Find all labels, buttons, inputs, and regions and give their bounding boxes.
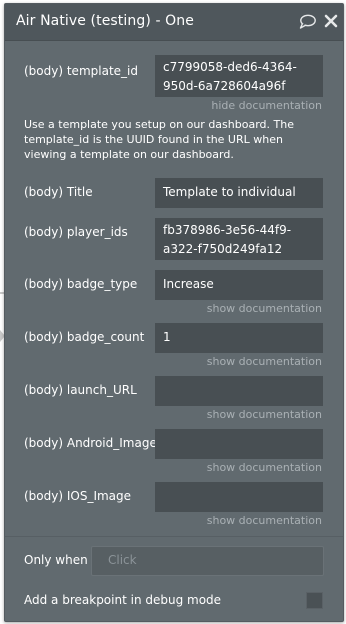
panel-titlebar[interactable]: Air Native (testing) - One <box>5 4 343 41</box>
android-image-show-documentation-link[interactable]: show documentation <box>207 461 322 474</box>
section-divider <box>5 536 343 537</box>
android-image-field[interactable] <box>155 429 323 459</box>
launch-url-label: (body) launch_URL <box>24 383 137 397</box>
property-editor-panel: Air Native (testing) - One (body) templa… <box>4 3 344 622</box>
panel-title: Air Native (testing) - One <box>16 13 194 29</box>
badge-type-label: (body) badge_type <box>24 277 138 291</box>
breakpoint-label: Add a breakpoint in debug mode <box>24 593 222 607</box>
ios-image-label: (body) IOS_Image <box>24 489 132 503</box>
badge-count-field[interactable]: 1 <box>155 323 323 353</box>
breakpoint-checkbox[interactable] <box>306 592 323 609</box>
badge-count-label: (body) badge_count <box>24 330 145 344</box>
template-id-field[interactable]: c7799058-ded6-4364-950d-6a728604a96f <box>155 55 323 97</box>
badge-type-show-documentation-link[interactable]: show documentation <box>207 302 322 315</box>
android-image-label: (body) Android_Image <box>24 436 157 450</box>
badge-type-dropdown[interactable]: Increase <box>155 270 323 300</box>
player-ids-field[interactable]: fb378986-3e56-44f9-a322-f750d249fa12 <box>155 218 323 260</box>
only-when-label: Only when <box>24 553 88 567</box>
close-icon[interactable] <box>324 14 338 28</box>
player-ids-label: (body) player_ids <box>24 225 128 239</box>
title-label: (body) Title <box>24 185 93 199</box>
template-id-label: (body) template_id <box>24 64 138 78</box>
launch-url-field[interactable] <box>155 376 323 406</box>
launch-url-show-documentation-link[interactable]: show documentation <box>207 408 322 421</box>
only-when-condition-input[interactable]: Click <box>91 546 324 576</box>
template-id-documentation: Use a template you setup on our dashboar… <box>24 118 294 161</box>
ios-image-field[interactable] <box>155 482 323 512</box>
hide-documentation-link[interactable]: hide documentation <box>211 99 322 112</box>
ios-image-show-documentation-link[interactable]: show documentation <box>207 514 322 527</box>
comment-icon[interactable] <box>299 14 316 29</box>
badge-count-show-documentation-link[interactable]: show documentation <box>207 355 322 368</box>
title-field[interactable]: Template to individual <box>155 178 323 208</box>
